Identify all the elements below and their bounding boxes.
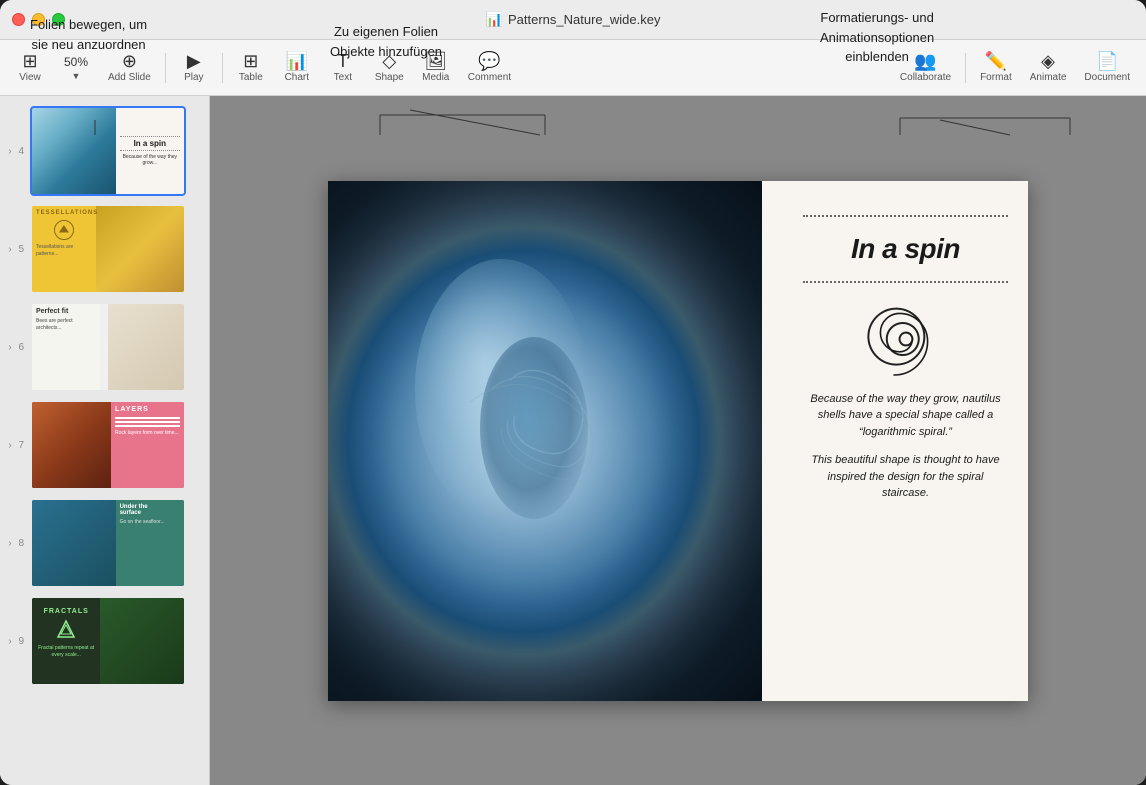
format-button[interactable]: ✏️ Format — [972, 48, 1020, 87]
add-slide-button[interactable]: ⊕ Add Slide — [100, 48, 159, 87]
media-button[interactable]: 🖼 Media — [414, 48, 458, 87]
zoom-control[interactable]: 50% ▼ — [54, 53, 98, 83]
slide-body-text-1: Because of the way they grow, nautilus s… — [803, 391, 1008, 441]
slide-thumb-4[interactable]: In a spin Because of the way they grow..… — [30, 106, 186, 196]
slide-item-8[interactable]: › 8 Under thesurface Go on the seafloor.… — [0, 494, 209, 592]
traffic-lights — [12, 13, 65, 26]
text-button[interactable]: T Text — [321, 48, 365, 87]
collapse-7[interactable]: › — [2, 437, 18, 453]
table-label: Table — [239, 72, 263, 83]
slide-title: In a spin — [851, 233, 960, 265]
media-icon: 🖼 — [424, 52, 447, 70]
text-label: Text — [334, 72, 352, 83]
slide-thumb-7[interactable]: LAYERS Rock layers form over time... — [30, 400, 186, 490]
zoom-chevron-icon: ▼ — [72, 71, 81, 81]
slide-body-text-2: This beautiful shape is thought to have … — [803, 452, 1008, 502]
slide-thumb-6[interactable]: Perfect fit Bees are perfect architects.… — [30, 302, 186, 392]
play-icon: ▶ — [187, 52, 201, 70]
comment-icon: 💬 — [478, 52, 500, 70]
view-button[interactable]: ⊞ View — [8, 48, 52, 87]
document-label: Document — [1084, 72, 1130, 83]
collaborate-button[interactable]: 👥 Collaborate — [892, 48, 959, 87]
slide-item-5[interactable]: › 5 TESSELLATIONS Tessellations are patt… — [0, 200, 209, 298]
minimize-button[interactable] — [32, 13, 45, 26]
document-icon: 📄 — [1096, 52, 1118, 70]
chart-label: Chart — [285, 72, 309, 83]
shape-button[interactable]: ◇ Shape — [367, 48, 412, 87]
zoom-value: 50% — [64, 55, 88, 69]
app-window: Folien bewegen, um sie neu anzuordnen Zu… — [0, 0, 1146, 785]
fullscreen-button[interactable] — [52, 13, 65, 26]
slide-item-4[interactable]: › 4 In a spin Because of the way they gr… — [0, 102, 209, 200]
toolbar-separator-3 — [965, 53, 966, 83]
collapse-6[interactable]: › — [2, 339, 18, 355]
add-slide-icon: ⊕ — [122, 52, 137, 70]
collapse-5[interactable]: › — [2, 241, 18, 257]
top-dotted-line — [803, 215, 1008, 217]
chart-icon: 📊 — [286, 52, 308, 70]
comment-button[interactable]: 💬 Comment — [460, 48, 519, 87]
slide-image — [328, 181, 762, 701]
format-icon: ✏️ — [985, 52, 1007, 70]
toolbar-separator-1 — [165, 53, 166, 83]
window-title: 📊 Patterns_Nature_wide.key — [486, 11, 661, 28]
collapse-8[interactable]: › — [2, 535, 18, 551]
slide-thumb-8[interactable]: Under thesurface Go on the seafloor... — [30, 498, 186, 588]
titlebar: 📊 Patterns_Nature_wide.key — [0, 0, 1146, 40]
format-label: Format — [980, 72, 1012, 83]
collaborate-icon: 👥 — [914, 52, 936, 70]
main-content: › 4 In a spin Because of the way they gr… — [0, 96, 1146, 785]
slide-thumb-9[interactable]: FRACTALS Fractal patterns repeat at ever… — [30, 596, 186, 686]
slide-item-9[interactable]: › 9 FRACTALS Fra — [0, 592, 209, 690]
view-icon: ⊞ — [22, 52, 37, 70]
document-button[interactable]: 📄 Document — [1076, 48, 1138, 87]
slide-thumb-5[interactable]: TESSELLATIONS Tessellations are patterns… — [30, 204, 186, 294]
collapse-4[interactable]: › — [2, 143, 18, 159]
collaborate-label: Collaborate — [900, 72, 951, 83]
shape-label: Shape — [375, 72, 404, 83]
canvas-area: In a spin Because of the way they grow, … — [210, 96, 1146, 785]
toolbar: ⊞ View 50% ▼ ⊕ Add Slide ▶ Play ⊞ Table … — [0, 40, 1146, 96]
comment-label: Comment — [468, 72, 511, 83]
add-slide-label: Add Slide — [108, 72, 151, 83]
slide-item-7[interactable]: › 7 LAYERS Rock layers form over time — [0, 396, 209, 494]
animate-label: Animate — [1030, 72, 1067, 83]
slide-text-panel: In a spin Because of the way they grow, … — [783, 181, 1028, 701]
close-button[interactable] — [12, 13, 25, 26]
view-label: View — [19, 72, 41, 83]
play-button[interactable]: ▶ Play — [172, 48, 216, 87]
play-label: Play — [184, 72, 203, 83]
table-button[interactable]: ⊞ Table — [229, 48, 273, 87]
media-label: Media — [422, 72, 449, 83]
animate-icon: ◈ — [1041, 52, 1055, 70]
slide-canvas: In a spin Because of the way they grow, … — [328, 181, 1028, 701]
shape-icon: ◇ — [382, 52, 396, 70]
spiral-graphic — [866, 299, 946, 379]
slide-panel[interactable]: › 4 In a spin Because of the way they gr… — [0, 96, 210, 785]
table-icon: ⊞ — [243, 52, 258, 70]
bottom-dotted-line — [803, 281, 1008, 283]
slide-item-6[interactable]: › 6 Perfect fit Bees are perfect archite… — [0, 298, 209, 396]
collapse-9[interactable]: › — [2, 633, 18, 649]
chart-button[interactable]: 📊 Chart — [275, 48, 319, 87]
text-icon: T — [337, 52, 348, 70]
toolbar-separator-2 — [222, 53, 223, 83]
animate-button[interactable]: ◈ Animate — [1022, 48, 1075, 87]
